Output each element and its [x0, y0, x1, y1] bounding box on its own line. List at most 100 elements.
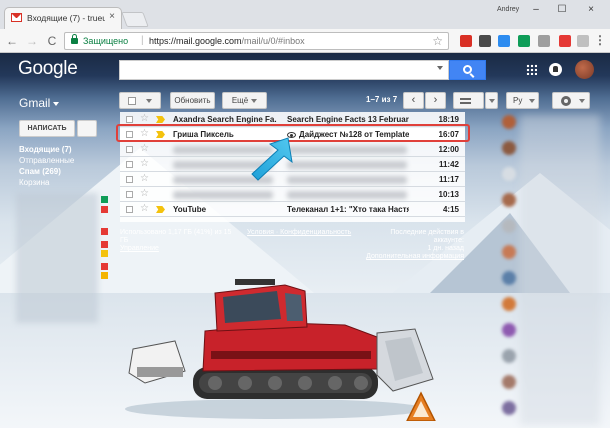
storage-unit: ГБ: [120, 237, 129, 244]
chat-contact-avatar[interactable]: [502, 323, 516, 337]
importance-marker-icon[interactable]: [156, 161, 165, 168]
search-button[interactable]: [449, 60, 486, 80]
back-button[interactable]: ←: [4, 33, 20, 49]
message-date: 11:17: [438, 175, 459, 184]
label-color-icon[interactable]: [101, 228, 108, 235]
folder-item[interactable]: Отправленные: [19, 155, 74, 166]
density-icon: [460, 98, 471, 104]
checkbox-icon: [128, 97, 136, 105]
tab-close-icon[interactable]: ×: [109, 11, 115, 22]
row-checkbox[interactable]: [126, 191, 133, 198]
message-row[interactable]: ☆ YouTube Телеканал 1+1: "Хто така Настя 4:…: [120, 203, 465, 217]
new-tab-button[interactable]: [121, 12, 149, 27]
forward-button[interactable]: →: [24, 33, 40, 49]
gmail-favicon-icon: [11, 13, 22, 22]
profile-name[interactable]: Andrey: [497, 6, 519, 13]
row-checkbox[interactable]: [126, 206, 133, 213]
chevron-down-icon: [251, 98, 258, 103]
mail-search-input[interactable]: [119, 60, 449, 80]
address-bar[interactable]: Защищено | https://mail.google.com/mail/…: [64, 32, 449, 50]
extension-icon[interactable]: [498, 35, 510, 47]
chat-contact-avatar[interactable]: [502, 375, 516, 389]
label-color-icon[interactable]: [101, 241, 108, 248]
url-text[interactable]: https://mail.google.com/mail/u/0/#inbox: [149, 36, 305, 46]
star-icon[interactable]: ☆: [140, 203, 149, 214]
activity-time: 1 дн. назад: [427, 245, 464, 252]
language-label: Ру: [513, 96, 523, 105]
search-options-caret-icon[interactable]: [437, 66, 443, 70]
importance-marker-icon[interactable]: [156, 116, 165, 123]
chat-contact-avatar[interactable]: [502, 401, 516, 415]
snowcat-illustration: [125, 279, 436, 421]
input-tools-button[interactable]: Ру: [506, 92, 539, 109]
importance-marker-icon[interactable]: [156, 191, 165, 198]
star-icon[interactable]: ☆: [140, 113, 149, 124]
reload-button[interactable]: C: [44, 33, 60, 49]
label-color-icon[interactable]: [101, 263, 108, 270]
label-color-icon[interactable]: [101, 250, 108, 257]
label-color-icon[interactable]: [101, 196, 108, 203]
close-window-button[interactable]: ×: [580, 3, 602, 17]
density-dropdown-button[interactable]: [485, 92, 498, 109]
star-icon[interactable]: ☆: [140, 158, 149, 169]
browser-menu-icon[interactable]: ⋮: [594, 33, 606, 47]
terms-privacy-link[interactable]: Условия · Конфиденциальность: [247, 229, 351, 236]
chat-contact-avatar[interactable]: [502, 193, 516, 207]
display-density-button[interactable]: [453, 92, 484, 109]
prev-page-button[interactable]: ‹: [403, 92, 424, 109]
more-button[interactable]: Ещё: [222, 92, 267, 109]
extension-icon[interactable]: [460, 35, 472, 47]
row-checkbox[interactable]: [126, 146, 133, 153]
folder-item[interactable]: Корзина: [19, 177, 74, 188]
compose-extra-button[interactable]: [77, 120, 97, 137]
importance-marker-icon[interactable]: [156, 176, 165, 183]
gmail-header: Google: [0, 53, 610, 88]
row-checkbox[interactable]: [126, 116, 133, 123]
chat-contact-avatar[interactable]: [502, 349, 516, 363]
chat-contact-avatar[interactable]: [502, 271, 516, 285]
extension-icon[interactable]: [479, 35, 491, 47]
lock-icon: [71, 34, 78, 44]
manage-storage-link[interactable]: Управление: [120, 245, 231, 253]
folder-item[interactable]: Входящие (7): [19, 144, 74, 155]
secure-label: Защищено: [83, 36, 129, 46]
chat-contact-avatar[interactable]: [502, 115, 516, 129]
google-logo[interactable]: Google: [18, 58, 78, 80]
apps-grid-icon[interactable]: [526, 64, 537, 75]
folder-item[interactable]: Спам (269): [19, 166, 74, 177]
url-separator: |: [141, 35, 144, 46]
bookmark-star-icon[interactable]: ☆: [432, 34, 443, 48]
extension-icon[interactable]: [559, 35, 571, 47]
minimize-button[interactable]: –: [525, 3, 547, 17]
row-checkbox[interactable]: [126, 161, 133, 168]
refresh-button[interactable]: Обновить: [170, 92, 215, 109]
notifications-icon[interactable]: [549, 63, 562, 76]
gmail-label: Gmail: [19, 96, 51, 110]
terms-links: Условия · Конфиденциальность: [247, 229, 351, 237]
chat-contact-avatar[interactable]: [502, 245, 516, 259]
select-all-button[interactable]: [119, 92, 161, 109]
chat-contact-avatar[interactable]: [502, 297, 516, 311]
chat-contact-avatar[interactable]: [502, 141, 516, 155]
star-icon[interactable]: ☆: [140, 173, 149, 184]
next-page-button[interactable]: ›: [425, 92, 446, 109]
details-link[interactable]: Дополнительная информация: [360, 253, 464, 261]
browser-tab-inbox[interactable]: Входящие (7) - trueunde ×: [4, 7, 122, 29]
maximize-button[interactable]: ☐: [551, 3, 573, 17]
compose-button[interactable]: НАПИСАТЬ: [19, 120, 75, 137]
settings-button[interactable]: [552, 92, 590, 109]
row-checkbox[interactable]: [126, 176, 133, 183]
label-color-icon[interactable]: [101, 272, 108, 279]
chat-contact-avatar[interactable]: [502, 219, 516, 233]
extension-icon[interactable]: [538, 35, 550, 47]
importance-marker-icon[interactable]: [156, 206, 165, 213]
chat-contact-avatar[interactable]: [502, 167, 516, 181]
extension-icon[interactable]: [518, 35, 530, 47]
importance-marker-icon[interactable]: [156, 146, 165, 153]
star-icon[interactable]: ☆: [140, 143, 149, 154]
star-icon[interactable]: ☆: [140, 188, 149, 199]
gmail-app-switcher[interactable]: Gmail: [19, 96, 60, 110]
label-color-icon[interactable]: [101, 206, 108, 213]
extension-icon[interactable]: [577, 35, 589, 47]
avatar[interactable]: [575, 60, 594, 79]
